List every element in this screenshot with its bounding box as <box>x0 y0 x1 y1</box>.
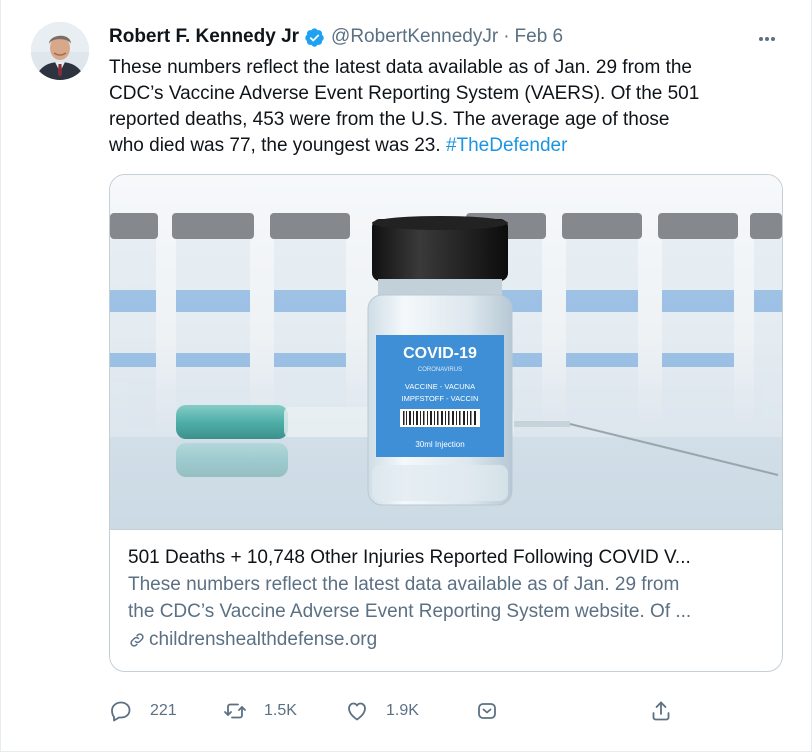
header-separator: · <box>503 26 510 47</box>
reply-button[interactable]: 221 <box>109 694 177 728</box>
share-dm-icon <box>478 703 496 719</box>
card-description-line: These numbers reflect the latest data av… <box>128 574 680 595</box>
vial-label-line: VACCINE - VACUNA <box>405 382 475 391</box>
reply-count: 221 <box>150 702 177 719</box>
verified-badge-icon <box>305 27 324 47</box>
tweet-text-fragment: who died was 77, the youngest was 23. <box>109 135 446 156</box>
tweet-date[interactable]: Feb 6 <box>515 26 564 48</box>
link-icon <box>130 633 144 647</box>
card-description-line: the CDC’s Vaccine Adverse Event Reportin… <box>128 601 692 622</box>
vial-label-subtitle: CORONAVIRUS <box>418 367 462 373</box>
action-bar: 221 1.5K 1.9K <box>109 694 679 728</box>
share-icon <box>652 701 670 721</box>
share-button[interactable] <box>649 694 673 728</box>
retweet-icon <box>224 703 246 719</box>
more-icon[interactable] <box>759 28 781 44</box>
retweet-count: 1.5K <box>264 702 297 719</box>
tweet-text: These numbers reflect the latest data av… <box>109 55 789 159</box>
vial-label-line: IMPFSTOFF - VACCIN <box>402 394 479 403</box>
link-card[interactable]: COVID-19 CORONAVIRUS VACCINE - VACUNA IM… <box>109 174 783 672</box>
author-name[interactable]: Robert F. Kennedy Jr <box>109 26 299 48</box>
card-description: These numbers reflect the latest data av… <box>128 571 768 625</box>
card-title: 501 Deaths + 10,748 Other Injuries Repor… <box>128 547 691 568</box>
tweet-text-line: These numbers reflect the latest data av… <box>109 57 692 78</box>
card-meta: 501 Deaths + 10,748 Other Injuries Repor… <box>128 545 768 653</box>
reply-icon <box>111 701 131 722</box>
author-handle[interactable]: @RobertKennedyJr <box>331 26 498 48</box>
like-button[interactable]: 1.9K <box>345 694 419 728</box>
like-count: 1.9K <box>386 702 419 719</box>
tweet-container: Robert F. Kennedy Jr @RobertKennedyJr · … <box>0 0 812 752</box>
card-domain-text: childrenshealthdefense.org <box>149 629 378 650</box>
hashtag-link[interactable]: #TheDefender <box>446 135 567 156</box>
tweet-text-line: CDC’s Vaccine Adverse Event Reporting Sy… <box>109 83 700 104</box>
like-icon <box>348 702 366 721</box>
card-domain: childrenshealthdefense.org <box>128 627 768 653</box>
share-dm-button[interactable] <box>475 694 499 728</box>
retweet-button[interactable]: 1.5K <box>223 694 297 728</box>
vial-label-volume: 30ml Injection <box>415 440 464 449</box>
card-image: COVID-19 CORONAVIRUS VACCINE - VACUNA IM… <box>110 175 782 530</box>
tweet-text-line: who died was 77, the youngest was 23. #T… <box>109 133 789 159</box>
tweet-text-line: reported deaths, 453 were from the U.S. … <box>109 109 670 130</box>
tweet-header: Robert F. Kennedy Jr @RobertKennedyJr · … <box>109 24 563 50</box>
avatar[interactable] <box>31 22 89 80</box>
vial-label-title: COVID-19 <box>403 345 477 362</box>
